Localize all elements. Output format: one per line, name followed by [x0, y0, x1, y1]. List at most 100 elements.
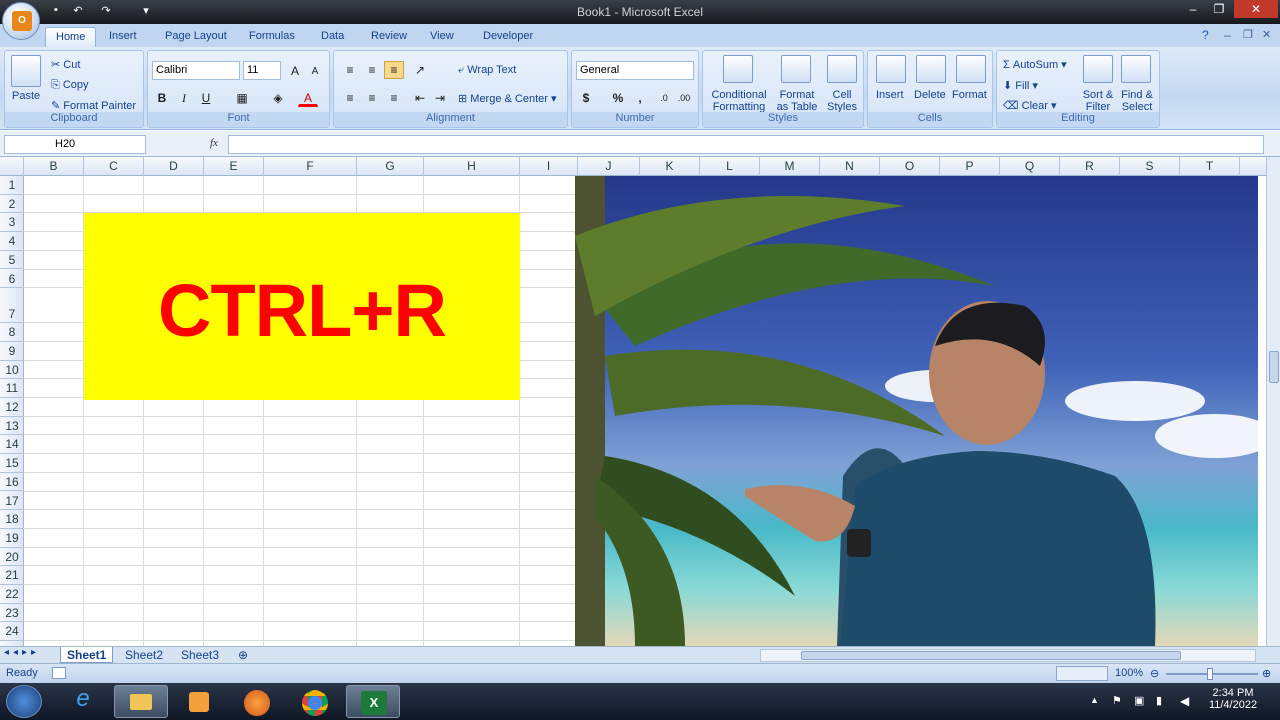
paste-icon[interactable]	[11, 55, 41, 87]
tab-developer[interactable]: Developer	[473, 27, 543, 48]
row-header-6[interactable]: 6	[0, 270, 24, 289]
row-header-4[interactable]: 4	[0, 232, 24, 251]
italic-button[interactable]: I	[174, 89, 194, 107]
vertical-scrollbar[interactable]	[1266, 157, 1280, 646]
sheet-nav-arrows-icon[interactable]: ◂◂▸▸	[4, 647, 40, 658]
row-header-15[interactable]: 15	[0, 454, 24, 473]
row-header-18[interactable]: 18	[0, 510, 24, 529]
align-middle-icon[interactable]: ≡	[362, 61, 382, 79]
row-header-5[interactable]: 5	[0, 251, 24, 270]
column-header-i[interactable]: I	[520, 157, 578, 176]
copy-button[interactable]: ⎘ Copy	[51, 79, 89, 92]
fill-color-icon[interactable]: ◈	[268, 89, 288, 107]
increase-decimal-icon[interactable]: .0	[654, 89, 674, 107]
tab-page-layout[interactable]: Page Layout	[155, 27, 237, 48]
autosum-button[interactable]: Σ AutoSum ▾	[1003, 58, 1067, 71]
name-box[interactable]: H20	[4, 135, 146, 154]
ribbon-minimize-icon[interactable]: –	[1224, 28, 1231, 42]
delete-cells-button[interactable]: Delete	[914, 89, 946, 101]
vertical-scroll-thumb[interactable]	[1269, 351, 1279, 383]
view-buttons[interactable]	[1056, 666, 1108, 681]
column-header-h[interactable]: H	[424, 157, 520, 176]
ribbon-close-icon[interactable]: ✕	[1262, 28, 1271, 41]
column-header-p[interactable]: P	[940, 157, 1000, 176]
align-left-icon[interactable]: ≡	[340, 89, 360, 107]
zoom-level[interactable]: 100%	[1115, 667, 1143, 679]
column-header-r[interactable]: R	[1060, 157, 1120, 176]
tab-review[interactable]: Review	[361, 27, 417, 48]
volume-icon[interactable]: ◀	[1180, 694, 1189, 708]
find-select-button[interactable]: Find & Select	[1117, 89, 1157, 113]
start-button[interactable]	[6, 685, 42, 718]
sheet-tab-sheet3[interactable]: Sheet3	[175, 647, 225, 663]
column-header-s[interactable]: S	[1120, 157, 1180, 176]
show-hidden-icons-icon[interactable]: ▲	[1090, 695, 1099, 705]
row-header-9[interactable]: 9	[0, 342, 24, 361]
file-explorer-icon[interactable]	[114, 685, 168, 718]
close-button[interactable]: ✕	[1234, 0, 1278, 18]
bold-button[interactable]: B	[152, 89, 172, 107]
column-header-q[interactable]: Q	[1000, 157, 1060, 176]
font-color-icon[interactable]: A	[298, 89, 318, 107]
row-header-3[interactable]: 3	[0, 213, 24, 233]
sheet-tab-sheet1[interactable]: Sheet1	[60, 647, 114, 663]
row-header-22[interactable]: 22	[0, 585, 24, 604]
ribbon-restore-icon[interactable]: ❐	[1243, 28, 1253, 41]
column-header-o[interactable]: O	[880, 157, 940, 176]
wrap-text-button[interactable]: ⤶ Wrap Text	[458, 64, 516, 77]
row-header-11[interactable]: 11	[0, 379, 24, 398]
conditional-formatting-button[interactable]: Conditional Formatting	[708, 89, 770, 113]
row-header-7[interactable]: 7	[0, 288, 24, 324]
cut-button[interactable]: ✂ Cut	[51, 58, 80, 71]
number-format-select[interactable]: General	[576, 61, 694, 80]
column-header-n[interactable]: N	[820, 157, 880, 176]
column-header-b[interactable]: B	[24, 157, 84, 176]
zoom-slider-thumb[interactable]	[1207, 668, 1213, 680]
network-icon[interactable]: ▮	[1156, 694, 1162, 707]
formula-input[interactable]	[228, 135, 1264, 154]
clear-button[interactable]: ⌫ Clear ▾	[1003, 99, 1057, 112]
align-right-icon[interactable]: ≡	[384, 89, 404, 107]
maximize-button[interactable]: ❐	[1206, 0, 1232, 18]
tab-insert[interactable]: Insert	[99, 27, 147, 48]
column-header-g[interactable]: G	[357, 157, 424, 176]
font-name-select[interactable]: Calibri	[152, 61, 240, 80]
office-button[interactable]: O	[2, 2, 40, 40]
column-header-f[interactable]: F	[264, 157, 357, 176]
row-header-10[interactable]: 10	[0, 361, 24, 380]
currency-button[interactable]: $	[576, 89, 596, 107]
firefox-icon[interactable]	[230, 685, 284, 718]
format-painter-button[interactable]: ✎ Format Painter	[51, 99, 136, 112]
merge-center-button[interactable]: ⊞ Merge & Center ▾	[458, 92, 557, 105]
row-header-2[interactable]: 2	[0, 195, 24, 214]
macro-record-icon[interactable]	[52, 667, 66, 679]
device-icon[interactable]: ▣	[1134, 694, 1144, 707]
orientation-icon[interactable]: ↗	[410, 61, 430, 79]
insert-sheet-icon[interactable]: ⊕	[232, 647, 254, 663]
row-header-16[interactable]: 16	[0, 473, 24, 492]
tab-formulas[interactable]: Formulas	[239, 27, 305, 48]
chrome-icon[interactable]	[288, 685, 342, 718]
align-bottom-icon[interactable]: ≡	[384, 61, 404, 79]
zoom-out-icon[interactable]: ⊖	[1150, 667, 1159, 680]
column-header-l[interactable]: L	[700, 157, 760, 176]
row-header-24[interactable]: 24	[0, 622, 24, 642]
row-header-20[interactable]: 20	[0, 548, 24, 567]
undo-icon[interactable]: ↶	[70, 4, 86, 20]
borders-icon[interactable]: ▦	[232, 89, 252, 107]
column-header-d[interactable]: D	[144, 157, 204, 176]
help-icon[interactable]: ?	[1202, 28, 1209, 42]
grow-font-icon[interactable]: A	[285, 62, 305, 80]
underline-button[interactable]: U	[196, 89, 216, 107]
action-center-icon[interactable]: ⚑	[1112, 694, 1122, 707]
column-header-t[interactable]: T	[1180, 157, 1240, 176]
font-size-select[interactable]: 11	[243, 61, 281, 80]
tab-data[interactable]: Data	[311, 27, 354, 48]
zoom-in-icon[interactable]: ⊕	[1262, 667, 1271, 680]
shrink-font-icon[interactable]: A	[305, 62, 325, 80]
sheet-tab-sheet2[interactable]: Sheet2	[119, 647, 169, 663]
decrease-indent-icon[interactable]: ⇤	[410, 89, 430, 107]
customize-qat-icon[interactable]: ▾	[138, 4, 154, 20]
sort-filter-button[interactable]: Sort & Filter	[1081, 89, 1115, 113]
row-header-14[interactable]: 14	[0, 435, 24, 455]
